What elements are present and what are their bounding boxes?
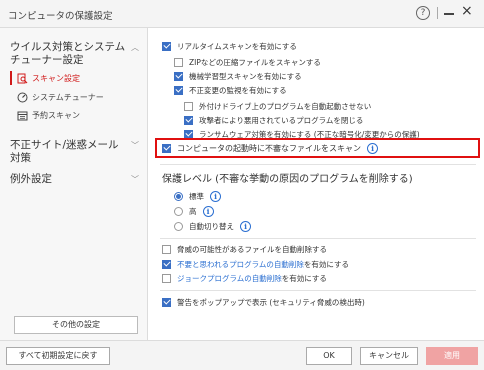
radio-label: 高: [189, 206, 197, 216]
radio-high[interactable]: 高 i: [174, 205, 214, 217]
divider: [160, 290, 476, 291]
option-label: 機械学習型スキャンを有効にする: [189, 71, 302, 81]
gauge-icon: [16, 91, 28, 103]
apply-button[interactable]: 適用: [426, 347, 478, 365]
option-auto-delete-pua[interactable]: 不要と思われるプログラムの自動削除 を有効にする: [162, 258, 349, 270]
sidebar-item-label: システムチューナー: [32, 92, 104, 102]
radio-standard[interactable]: 標準 i: [174, 190, 221, 202]
sidebar-section-title: 対策: [10, 152, 31, 164]
calendar-icon: [16, 109, 28, 121]
sidebar-item-label: 予約スキャン: [32, 110, 80, 120]
active-indicator: [10, 71, 12, 85]
option-no-autorun[interactable]: 外付けドライブ上のプログラムを自動起動させない: [184, 100, 371, 112]
sidebar-section-exceptions[interactable]: 例外設定: [10, 173, 52, 186]
info-icon[interactable]: i: [210, 190, 221, 202]
option-zip-scan[interactable]: ZIPなどの圧縮ファイルをスキャンする: [174, 56, 321, 68]
radio-label: 標準: [189, 191, 204, 201]
footer: すべて初期設定に戻す OK キャンセル 適用: [0, 340, 484, 370]
option-label: リアルタイムスキャンを有効にする: [177, 41, 297, 51]
radio-button[interactable]: [174, 221, 183, 231]
sidebar-item-scheduled-scan[interactable]: 予約スキャン: [16, 108, 80, 122]
help-icon[interactable]: ?: [416, 6, 430, 20]
checkbox[interactable]: [162, 244, 171, 254]
checkbox[interactable]: [184, 101, 193, 111]
minimize-icon[interactable]: [444, 13, 454, 15]
protection-level-title: 保護レベル (不審な挙動の原因のプログラムを削除する): [162, 174, 413, 185]
divider: [160, 164, 476, 165]
checkbox[interactable]: [162, 273, 171, 283]
cancel-button[interactable]: キャンセル: [360, 347, 418, 365]
window-title: コンピュータの保護設定: [8, 11, 113, 22]
option-label: ZIPなどの圧縮ファイルをスキャンする: [189, 57, 321, 67]
option-label: を有効にする: [281, 273, 327, 283]
option-label: コンピュータの起動時に不審なファイルをスキャン: [177, 143, 361, 153]
info-icon[interactable]: i: [202, 205, 214, 217]
search-doc-icon: [16, 72, 28, 84]
radio-auto[interactable]: 自動切り替え i: [174, 220, 251, 232]
sidebar-section-title: 例外設定: [10, 173, 52, 185]
sidebar-section-web-mail[interactable]: 不正サイト/迷惑メール 対策: [10, 139, 119, 165]
close-icon[interactable]: ×: [461, 3, 473, 19]
radio-label: 自動切り替え: [189, 221, 234, 231]
sidebar: ウイルス対策とシステム チューナー設定 ︿ スキャン設定 システムチューナー 予…: [0, 28, 148, 340]
option-label: 脅威の可能性があるファイルを自動削除する: [177, 244, 327, 254]
sidebar-section-title: ウイルス対策とシステム: [10, 41, 126, 53]
checkbox[interactable]: [162, 143, 171, 153]
sidebar-section-title: 不正サイト/迷惑メール: [10, 139, 119, 151]
other-settings-button[interactable]: その他の設定: [14, 316, 138, 334]
option-link[interactable]: 不要と思われるプログラムの自動削除: [177, 259, 304, 270]
option-ml-scan[interactable]: 機械学習型スキャンを有効にする: [174, 70, 302, 82]
sidebar-section-title: チューナー設定: [10, 54, 84, 66]
divider: [160, 238, 476, 239]
checkbox[interactable]: [184, 115, 193, 125]
option-auto-delete-threats[interactable]: 脅威の可能性があるファイルを自動削除する: [162, 243, 327, 255]
option-startup-scan[interactable]: コンピュータの起動時に不審なファイルをスキャン i: [162, 142, 378, 154]
option-label: 警告をポップアップで表示 (セキュリティ脅威の検出時): [177, 297, 365, 307]
option-label: を有効にする: [303, 259, 349, 269]
option-label: 攻撃者により悪用されているプログラムを閉じる: [199, 115, 364, 125]
option-link[interactable]: ジョークプログラムの自動削除: [177, 273, 282, 284]
checkbox[interactable]: [162, 259, 171, 269]
title-bar: コンピュータの保護設定 ? ×: [0, 0, 484, 28]
chevron-up-icon[interactable]: ︿: [131, 42, 139, 53]
info-icon[interactable]: i: [367, 142, 378, 154]
info-icon[interactable]: i: [240, 220, 251, 232]
chevron-down-icon[interactable]: ﹀: [131, 174, 139, 185]
checkbox[interactable]: [162, 297, 171, 307]
checkbox[interactable]: [174, 85, 183, 95]
option-realtime-scan[interactable]: リアルタイムスキャンを有効にする: [162, 40, 297, 52]
reset-defaults-button[interactable]: すべて初期設定に戻す: [6, 347, 110, 365]
option-close-exploited[interactable]: 攻撃者により悪用されているプログラムを閉じる: [184, 114, 363, 126]
chevron-down-icon[interactable]: ﹀: [131, 140, 139, 151]
sidebar-item-system-tuner[interactable]: システムチューナー: [16, 90, 104, 104]
option-label: 不正変更の監視を有効にする: [189, 85, 287, 95]
sidebar-item-scan-settings[interactable]: スキャン設定: [16, 71, 80, 85]
ok-button[interactable]: OK: [306, 347, 352, 365]
option-popup-warning[interactable]: 警告をポップアップで表示 (セキュリティ脅威の検出時): [162, 296, 365, 308]
title-separator: [437, 7, 438, 19]
option-change-monitor[interactable]: 不正変更の監視を有効にする: [174, 84, 287, 96]
radio-button[interactable]: [174, 191, 183, 201]
option-auto-delete-joke[interactable]: ジョークプログラムの自動削除 を有効にする: [162, 272, 327, 284]
checkbox[interactable]: [174, 71, 183, 81]
radio-button[interactable]: [174, 206, 183, 216]
checkbox[interactable]: [174, 57, 183, 67]
checkbox[interactable]: [162, 41, 171, 51]
sidebar-item-label: スキャン設定: [32, 73, 80, 83]
option-label: 外付けドライブ上のプログラムを自動起動させない: [199, 101, 372, 111]
sidebar-section-antivirus[interactable]: ウイルス対策とシステム チューナー設定: [10, 41, 125, 67]
